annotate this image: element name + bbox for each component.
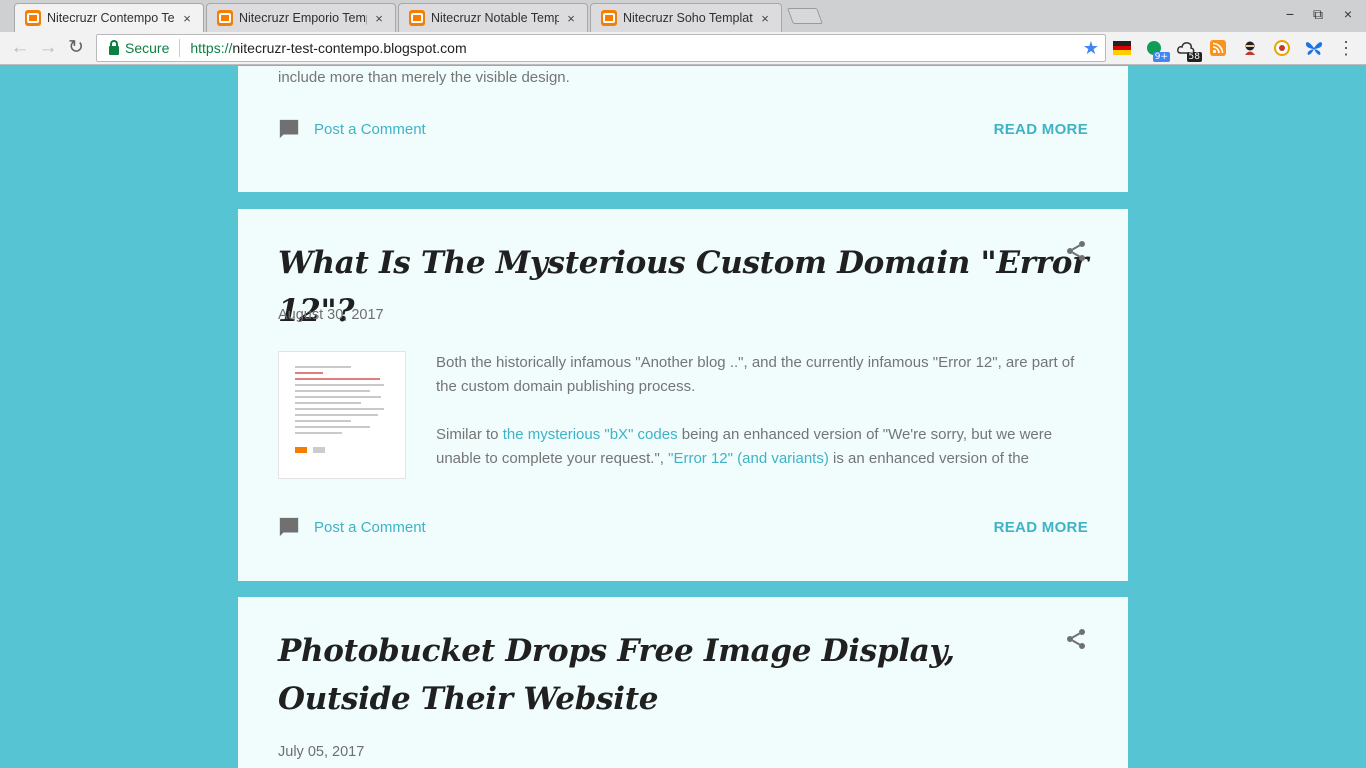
germany-flag-icon[interactable]: [1112, 38, 1132, 58]
post-footer: Post a Comment READ MORE: [278, 515, 1088, 539]
tab-title: Nitecruzr Soho Template: [623, 11, 753, 25]
close-icon[interactable]: ×: [371, 11, 387, 26]
lock-icon: [109, 39, 119, 55]
restore-button[interactable]: ⧉: [1308, 6, 1328, 23]
read-more-link[interactable]: READ MORE: [994, 519, 1088, 536]
post-date: July 05, 2017: [278, 744, 365, 760]
tab-contempo[interactable]: Nitecruzr Contempo Templ ×: [14, 3, 204, 32]
snippet-paragraph: Both the historically infamous "Another …: [436, 354, 1075, 395]
share-icon[interactable]: [1064, 627, 1088, 651]
close-icon[interactable]: ×: [179, 11, 195, 26]
tab-soho[interactable]: Nitecruzr Soho Template ×: [590, 3, 782, 32]
hangouts-icon[interactable]: 9+: [1144, 38, 1170, 62]
back-button[interactable]: ←: [8, 36, 32, 60]
post-snippet: include more than merely the visible des…: [278, 69, 570, 86]
comment-icon: [279, 517, 299, 537]
secure-label: Secure: [125, 40, 170, 56]
share-icon[interactable]: [1064, 239, 1088, 263]
post-comment-link[interactable]: Post a Comment: [278, 516, 426, 538]
snippet-paragraph: Similar to the mysterious "bX" codes bei…: [436, 423, 1088, 471]
minimize-button[interactable]: −: [1280, 6, 1300, 22]
tab-strip: Nitecruzr Contempo Templ × Nitecruzr Emp…: [0, 0, 1366, 32]
circle-logo-icon[interactable]: [1272, 38, 1292, 58]
post-title[interactable]: What Is The Mysterious Custom Domain "Er…: [278, 239, 1128, 335]
rss-icon[interactable]: [1208, 38, 1228, 58]
post-comment-label: Post a Comment: [314, 120, 426, 138]
snippet-text: Similar to: [436, 426, 503, 443]
tab-title: Nitecruzr Contempo Templ: [47, 11, 175, 25]
read-more-link[interactable]: READ MORE: [994, 121, 1088, 138]
reload-button[interactable]: ↻: [64, 36, 88, 60]
tab-emporio[interactable]: Nitecruzr Emporio Templ ×: [206, 3, 396, 32]
blogger-icon: [409, 10, 425, 26]
close-window-button[interactable]: ×: [1338, 6, 1358, 22]
post-title[interactable]: Photobucket Drops Free Image Display, Ou…: [278, 627, 1038, 723]
page-content: include more than merely the visible des…: [0, 66, 1366, 768]
url-host: nitecruzr-test-contempo.blogspot.com: [232, 40, 467, 56]
forward-button[interactable]: →: [36, 36, 60, 60]
ninja-icon[interactable]: [1240, 38, 1260, 58]
post-card: Photobucket Drops Free Image Display, Ou…: [238, 597, 1128, 768]
snippet-text: is an enhanced version of the: [828, 450, 1029, 467]
blogger-icon: [25, 10, 41, 26]
bookmark-star-icon[interactable]: ★: [1083, 38, 1099, 59]
post-thumbnail[interactable]: [278, 351, 406, 479]
post-footer: Post a Comment READ MORE: [278, 117, 1088, 141]
post-card: What Is The Mysterious Custom Domain "Er…: [238, 209, 1128, 581]
tab-notable[interactable]: Nitecruzr Notable Templ ×: [398, 3, 588, 32]
blogger-icon: [601, 10, 617, 26]
blogger-icon: [217, 10, 233, 26]
bx-codes-link[interactable]: the mysterious "bX" codes: [503, 426, 678, 443]
comment-icon: [279, 119, 299, 139]
error-12-link[interactable]: "Error 12" (and variants): [668, 450, 829, 467]
notification-badge: 58: [1186, 52, 1202, 62]
post-comment-label: Post a Comment: [314, 518, 426, 536]
post-card: include more than merely the visible des…: [238, 66, 1128, 192]
new-tab-button[interactable]: [787, 8, 823, 24]
post-date: August 30, 2017: [278, 307, 384, 323]
butterfly-icon[interactable]: [1304, 38, 1324, 58]
close-icon[interactable]: ×: [563, 11, 579, 26]
post-comment-link[interactable]: Post a Comment: [278, 118, 426, 140]
cloud-icon[interactable]: 58: [1176, 38, 1202, 62]
notification-badge: 9+: [1152, 52, 1170, 62]
browser-toolbar: ← → ↻ Secure https:// nitecruzr-test-con…: [0, 32, 1366, 65]
divider: [179, 39, 181, 57]
tab-title: Nitecruzr Emporio Templ: [239, 11, 367, 25]
address-bar[interactable]: Secure https:// nitecruzr-test-contempo.…: [96, 34, 1106, 62]
url-scheme: https://: [190, 40, 233, 56]
post-snippet: Both the historically infamous "Another …: [436, 351, 1088, 471]
close-icon[interactable]: ×: [757, 11, 773, 26]
menu-icon[interactable]: ⋮: [1336, 38, 1356, 58]
tab-title: Nitecruzr Notable Templ: [431, 11, 559, 25]
